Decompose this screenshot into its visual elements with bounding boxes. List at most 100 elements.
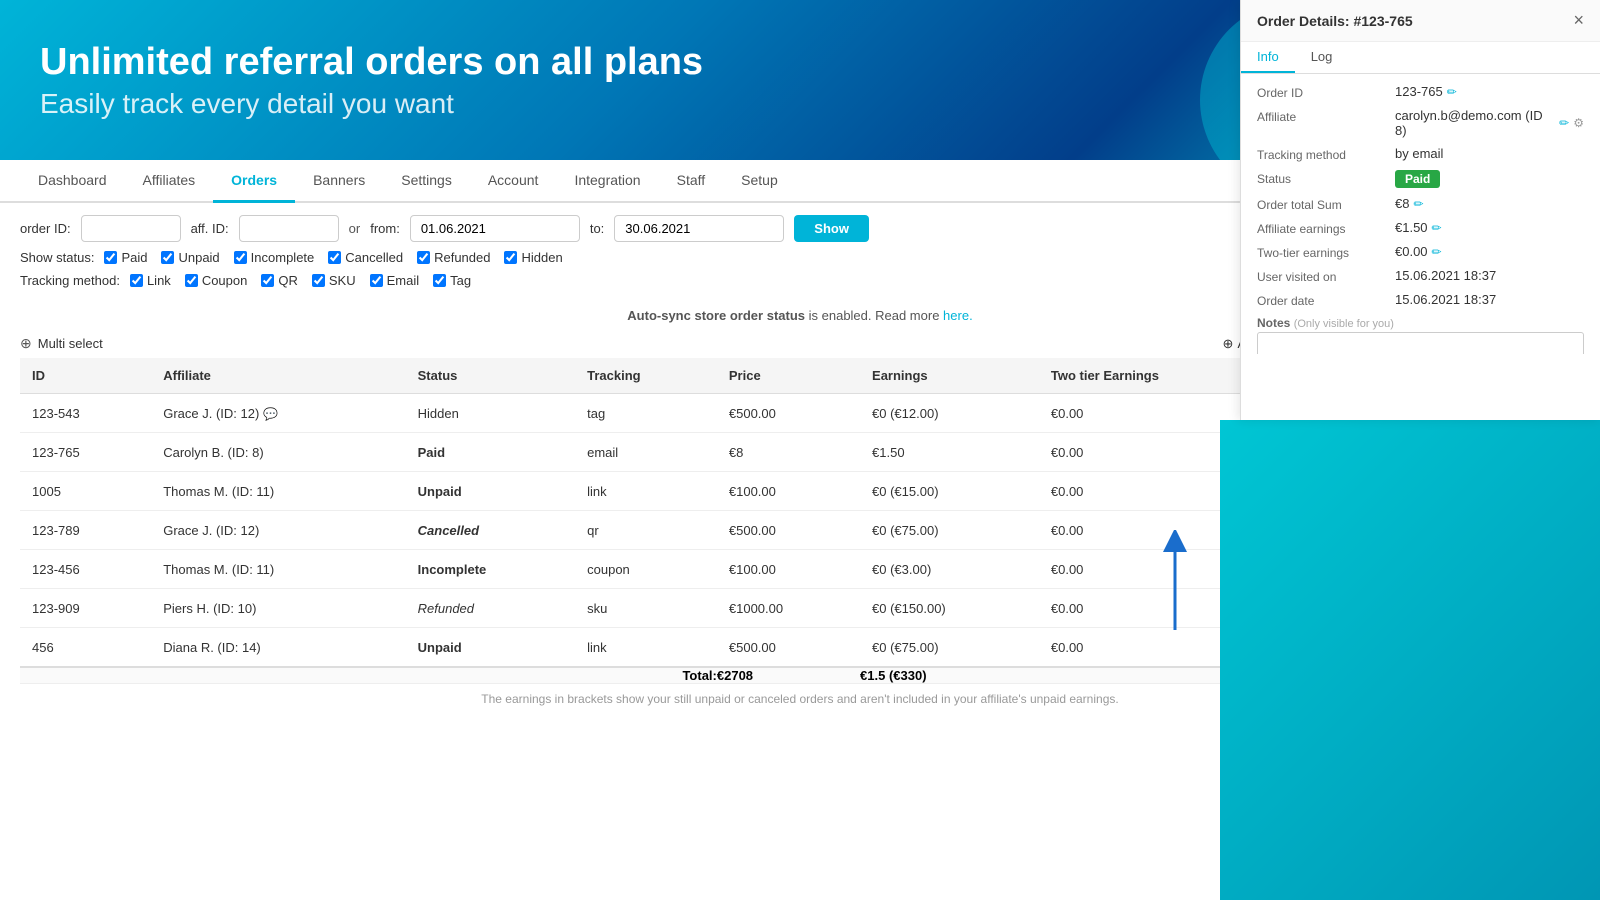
panel-field-value: Paid <box>1395 170 1584 188</box>
cell-affiliate: Grace J. (ID: 12)💬 <box>151 394 405 433</box>
cell-status: Refunded <box>406 589 575 628</box>
panel-field-value: €0.00✏ <box>1395 244 1584 259</box>
cell-price: €1000.00 <box>717 589 860 628</box>
tracking-email-checkbox[interactable]: Email <box>370 273 420 288</box>
cell-status: Incomplete <box>406 550 575 589</box>
cell-tracking: qr <box>575 511 717 550</box>
tracking-tag-checkbox[interactable]: Tag <box>433 273 471 288</box>
notes-textarea[interactable] <box>1257 332 1584 354</box>
tracking-coupon-checkbox[interactable]: Coupon <box>185 273 248 288</box>
tab-integration[interactable]: Integration <box>556 160 658 203</box>
panel-tabs: Info Log <box>1241 42 1600 74</box>
cell-status: Cancelled <box>406 511 575 550</box>
col-id: ID <box>20 358 151 394</box>
panel-title: Order Details: #123-765 <box>1257 13 1413 29</box>
panel-field-label: Order date <box>1257 292 1387 308</box>
add-icon: ⊕ <box>1223 336 1234 352</box>
panel-field-label: Affiliate <box>1257 108 1387 124</box>
tab-settings[interactable]: Settings <box>383 160 470 203</box>
status-incomplete-checkbox[interactable]: Incomplete <box>234 250 315 265</box>
settings-icon[interactable]: ⚙ <box>1573 116 1584 130</box>
panel-field-label: Affiliate earnings <box>1257 220 1387 236</box>
cell-affiliate: Piers H. (ID: 10) <box>151 589 405 628</box>
status-unpaid-checkbox[interactable]: Unpaid <box>161 250 219 265</box>
tab-staff[interactable]: Staff <box>659 160 724 203</box>
status-refunded-checkbox[interactable]: Refunded <box>417 250 490 265</box>
panel-field-label: Order ID <box>1257 84 1387 100</box>
panel-field-row: Affiliate earnings €1.50✏ <box>1257 220 1584 236</box>
panel-field-row: Order total Sum €8✏ <box>1257 196 1584 212</box>
tracking-sku-checkbox[interactable]: SKU <box>312 273 356 288</box>
panel-field-row: Tracking methodby email <box>1257 146 1584 162</box>
cell-affiliate: Carolyn B. (ID: 8) <box>151 433 405 472</box>
col-price: Price <box>717 358 860 394</box>
tab-account[interactable]: Account <box>470 160 557 203</box>
multi-select-icon: ⊕ <box>20 335 32 352</box>
to-date-input[interactable] <box>614 215 784 242</box>
panel-field-value: €1.50✏ <box>1395 220 1584 235</box>
cell-id: 123-909 <box>20 589 151 628</box>
edit-icon[interactable]: ✏ <box>1413 197 1423 211</box>
autosync-text-before: Auto-sync store order status <box>627 308 805 323</box>
order-id-input[interactable] <box>81 215 181 242</box>
edit-icon[interactable]: ✏ <box>1447 85 1457 99</box>
cell-status: Hidden <box>406 394 575 433</box>
tracking-method-label: Tracking method: <box>20 273 120 288</box>
cell-earnings: €0 (€12.00) <box>860 394 1039 433</box>
panel-field-value: by email <box>1395 146 1584 161</box>
panel-field-value: €8✏ <box>1395 196 1584 211</box>
show-button[interactable]: Show <box>794 215 869 242</box>
tracking-link-checkbox[interactable]: Link <box>130 273 171 288</box>
tab-setup[interactable]: Setup <box>723 160 796 203</box>
autosync-text-middle: is enabled. Read more <box>809 308 943 323</box>
cell-price: €500.00 <box>717 628 860 668</box>
notes-label: Notes (Only visible for you) <box>1257 316 1584 330</box>
panel-field-row: User visited on15.06.2021 18:37 <box>1257 268 1584 284</box>
edit-icon[interactable]: ✏ <box>1559 116 1569 130</box>
panel-field-value: 123-765✏ <box>1395 84 1584 99</box>
right-bg-decoration <box>1220 420 1600 900</box>
status-checkboxes: Paid Unpaid Incomplete Cancelled Refunde… <box>104 250 562 265</box>
autosync-link[interactable]: here. <box>943 308 973 323</box>
tab-banners[interactable]: Banners <box>295 160 383 203</box>
col-earnings: Earnings <box>860 358 1039 394</box>
tracking-qr-checkbox[interactable]: QR <box>261 273 298 288</box>
tab-orders[interactable]: Orders <box>213 160 295 203</box>
status-badge: Paid <box>1395 170 1440 188</box>
cell-tracking: coupon <box>575 550 717 589</box>
multi-select-btn[interactable]: ⊕ Multi select <box>20 335 103 352</box>
show-status-label: Show status: <box>20 250 94 265</box>
edit-icon[interactable]: ✏ <box>1432 221 1442 235</box>
order-details-panel: Order Details: #123-765 × Info Log Order… <box>1240 0 1600 420</box>
cell-status: Unpaid <box>406 472 575 511</box>
panel-field-value: carolyn.b@demo.com (ID 8)✏⚙ <box>1395 108 1584 138</box>
status-paid-checkbox[interactable]: Paid <box>104 250 147 265</box>
cell-id: 123-543 <box>20 394 151 433</box>
aff-id-input[interactable] <box>239 215 339 242</box>
panel-field-label: Two-tier earnings <box>1257 244 1387 260</box>
cell-tracking: sku <box>575 589 717 628</box>
tab-dashboard[interactable]: Dashboard <box>20 160 125 203</box>
from-date-input[interactable] <box>410 215 580 242</box>
panel-field-row: Affiliatecarolyn.b@demo.com (ID 8)✏⚙ <box>1257 108 1584 138</box>
status-cancelled-checkbox[interactable]: Cancelled <box>328 250 403 265</box>
panel-field-label: Status <box>1257 170 1387 186</box>
note-icon[interactable]: 💬 <box>263 407 278 421</box>
panel-header: Order Details: #123-765 × <box>1241 0 1600 42</box>
cell-id: 456 <box>20 628 151 668</box>
cell-earnings: €0 (€75.00) <box>860 511 1039 550</box>
panel-field-row: Order date15.06.2021 18:37 <box>1257 292 1584 308</box>
panel-field-label: Order total Sum <box>1257 196 1387 212</box>
status-hidden-checkbox[interactable]: Hidden <box>504 250 562 265</box>
panel-tab-info[interactable]: Info <box>1241 42 1295 73</box>
cell-affiliate: Diana R. (ID: 14) <box>151 628 405 668</box>
cell-status: Unpaid <box>406 628 575 668</box>
panel-close-btn[interactable]: × <box>1573 10 1584 31</box>
order-id-label: order ID: <box>20 221 71 236</box>
panel-field-row: Two-tier earnings €0.00✏ <box>1257 244 1584 260</box>
panel-tab-log[interactable]: Log <box>1295 42 1349 73</box>
total-price: €2708 <box>717 667 860 684</box>
tab-affiliates[interactable]: Affiliates <box>125 160 214 203</box>
edit-icon[interactable]: ✏ <box>1432 245 1442 259</box>
cell-price: €100.00 <box>717 472 860 511</box>
